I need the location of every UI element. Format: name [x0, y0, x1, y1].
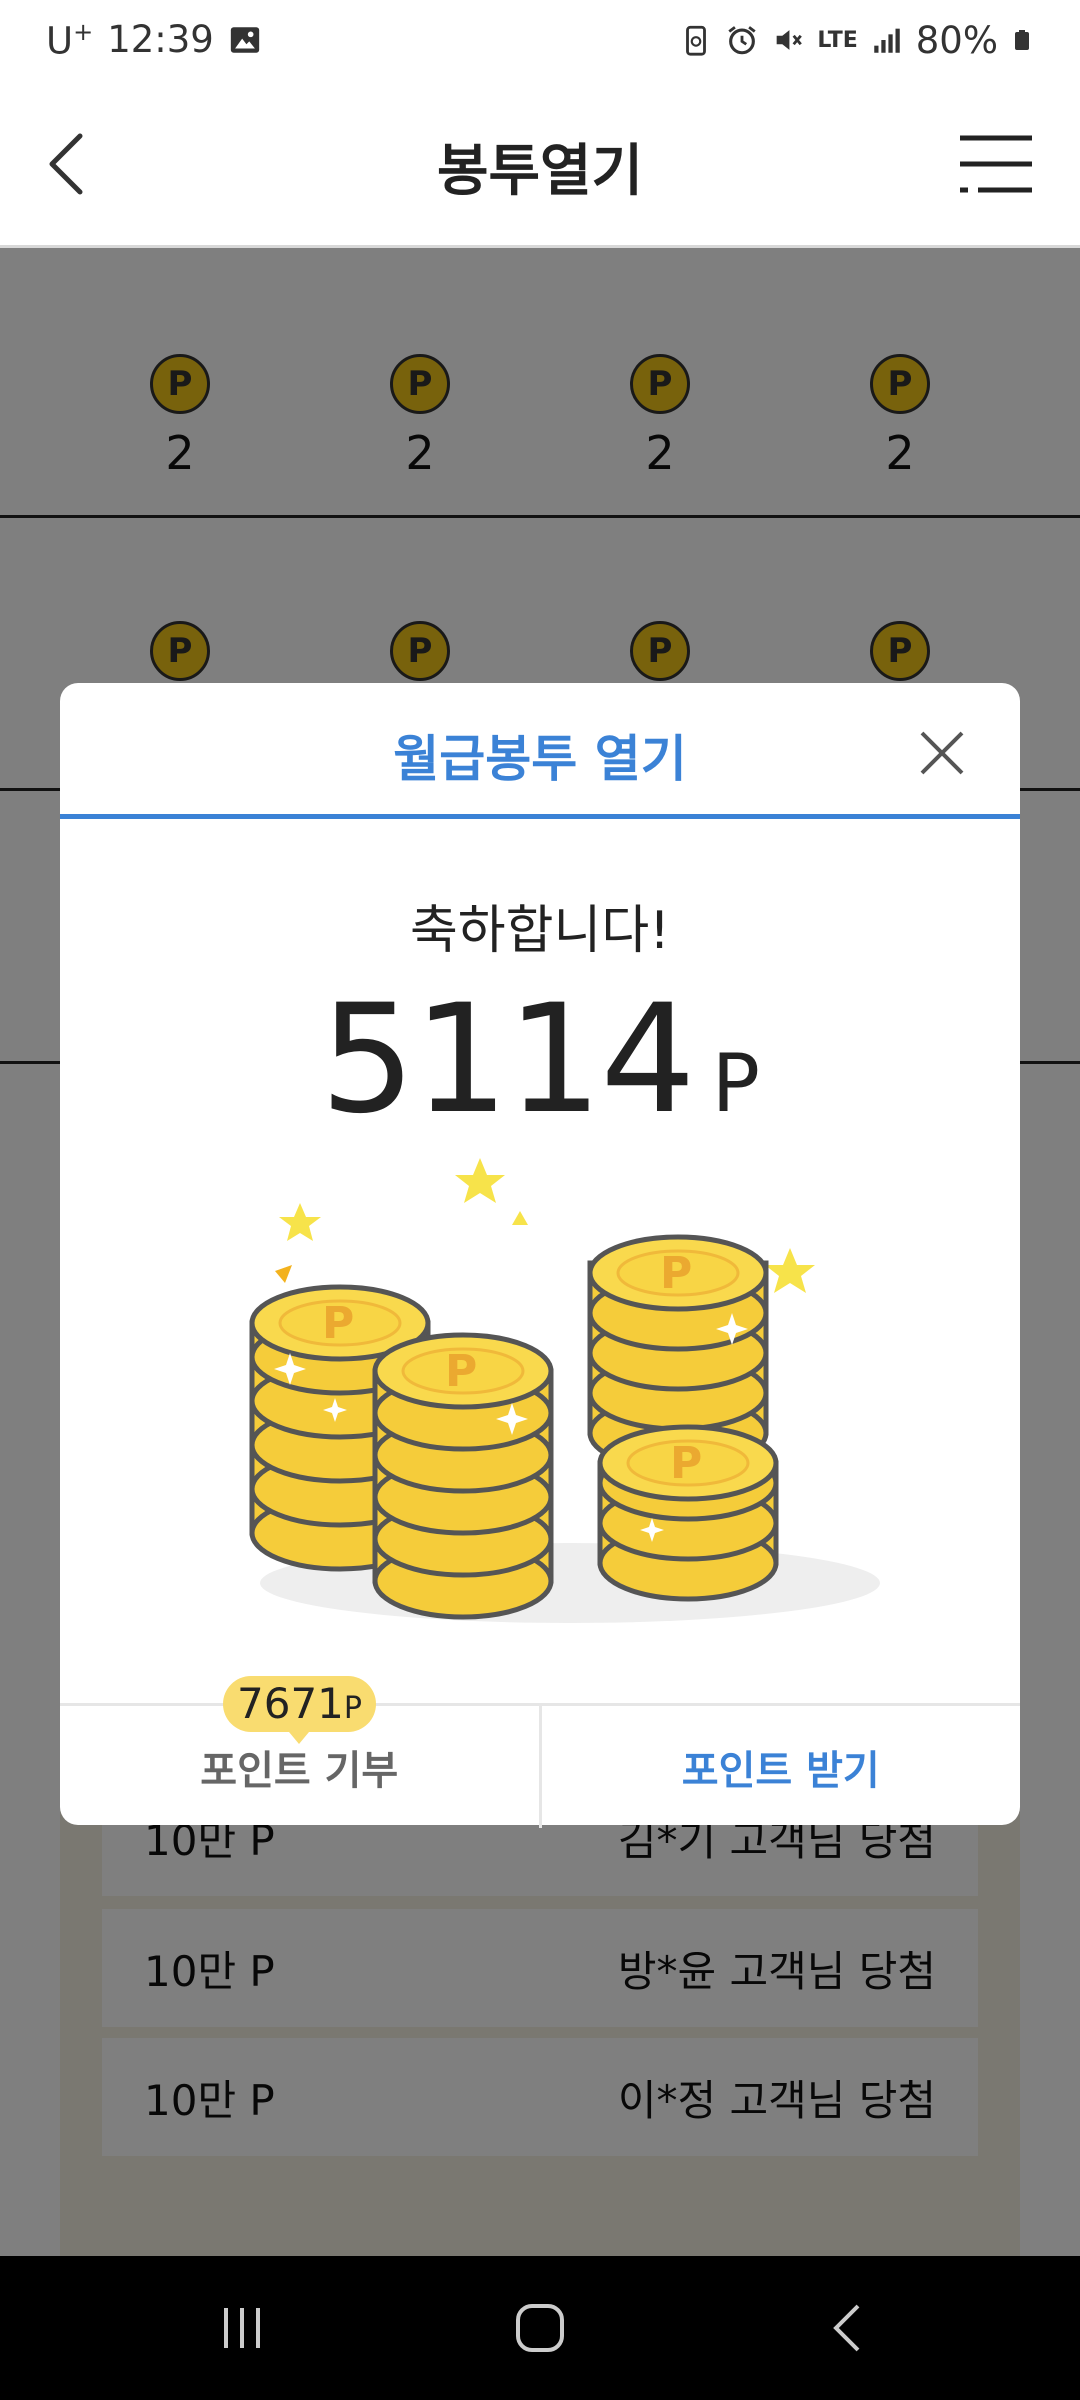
- points-amount: 5114 P: [60, 973, 1020, 1147]
- modal-footer: 7671P 포인트 기부 포인트 받기: [60, 1676, 1021, 1828]
- gallery-icon: [230, 27, 260, 53]
- svg-text:P: P: [322, 1298, 354, 1349]
- carrier-label: U+: [46, 17, 94, 63]
- network-type: LTE: [817, 27, 858, 53]
- coin-stack: P: [597, 1424, 779, 1602]
- battery-percent: 80%: [915, 18, 998, 62]
- alarm-icon: [728, 26, 756, 55]
- coins-illustration: P P P P: [249, 1158, 880, 1623]
- app-header: 봉투열기: [0, 80, 1080, 248]
- close-icon[interactable]: [914, 725, 970, 781]
- points-unit: P: [711, 1037, 760, 1130]
- donate-points-badge: 7671P: [223, 1676, 376, 1744]
- points-value: 5114: [320, 973, 696, 1147]
- mute-icon: [776, 30, 803, 50]
- receive-points-label: 포인트 받기: [681, 1748, 880, 1794]
- svg-text:P: P: [660, 1248, 692, 1299]
- back-nav-icon[interactable]: [818, 2298, 878, 2358]
- signal-icon: [874, 28, 900, 53]
- modal-header: 월급봉투 열기: [60, 683, 1020, 819]
- receive-points-button[interactable]: 포인트 받기: [542, 1706, 1021, 1828]
- status-bar: U+ 12:39 LTE 80%: [0, 0, 1080, 80]
- donate-points-button[interactable]: 7671P 포인트 기부: [60, 1676, 542, 1828]
- badge-unit: P: [343, 1691, 362, 1726]
- svg-text:P: P: [670, 1438, 702, 1489]
- status-time: 12:39: [107, 18, 214, 62]
- system-nav-bar: [0, 2256, 1080, 2400]
- home-icon[interactable]: [510, 2298, 570, 2358]
- page-title: 봉투열기: [436, 139, 644, 204]
- svg-text:P: P: [445, 1346, 477, 1397]
- modal-title: 월급봉투 열기: [393, 730, 687, 788]
- battery-icon: [1015, 30, 1029, 50]
- badge-value: 7671: [237, 1679, 344, 1728]
- donate-points-label: 포인트 기부: [200, 1748, 399, 1794]
- reward-modal: 월급봉투 열기 축하합니다! 5114 P P P P P 7671P 포인트 …: [60, 683, 1021, 1828]
- menu-icon[interactable]: [958, 132, 1034, 196]
- battery-saver-icon: [686, 25, 707, 56]
- coin-stack: P: [372, 1332, 554, 1620]
- recent-apps-icon[interactable]: [212, 2298, 272, 2358]
- congrats-message: 축하합니다!: [409, 901, 671, 961]
